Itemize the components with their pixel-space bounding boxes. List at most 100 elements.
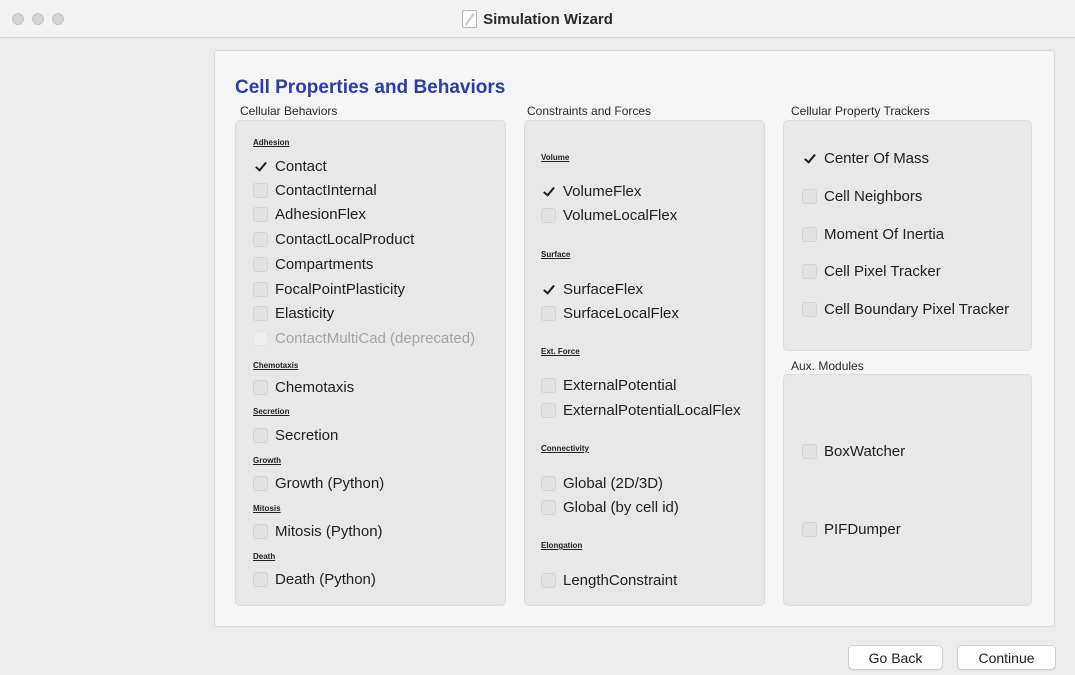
behavior-chemotaxis[interactable]: Chemotaxis — [253, 379, 354, 396]
item-label: VolumeLocalFlex — [563, 207, 678, 224]
checkbox[interactable] — [802, 151, 817, 166]
tracker-cell-neighbors[interactable]: Cell Neighbors — [802, 188, 922, 205]
checkbox[interactable] — [253, 572, 268, 587]
item-label: LengthConstraint — [563, 572, 678, 589]
checkbox[interactable] — [541, 476, 556, 491]
behavior-elasticity[interactable]: Elasticity — [253, 305, 334, 322]
aux-modules-label: Aux. Modules — [791, 359, 864, 373]
window-title: Simulation Wizard — [483, 10, 613, 28]
behavior-mitosis[interactable]: Mitosis (Python) — [253, 523, 383, 540]
behaviors-label: Cellular Behaviors — [240, 104, 338, 118]
checkbox[interactable] — [541, 282, 556, 297]
item-label: Compartments — [275, 256, 374, 273]
constraint-external-potential[interactable]: ExternalPotential — [541, 377, 676, 394]
category-surface: Surface — [541, 250, 571, 259]
checkbox[interactable] — [253, 428, 268, 443]
behavior-contact-local-product[interactable]: ContactLocalProduct — [253, 231, 414, 248]
category-secretion: Secretion — [253, 407, 290, 416]
checkbox[interactable] — [802, 522, 817, 537]
checkbox[interactable] — [541, 573, 556, 588]
item-label: Global (by cell id) — [563, 499, 679, 516]
checkbox[interactable] — [253, 282, 268, 297]
checkbox[interactable] — [802, 227, 817, 242]
behavior-death[interactable]: Death (Python) — [253, 571, 376, 588]
checkbox[interactable] — [253, 232, 268, 247]
behavior-growth[interactable]: Growth (Python) — [253, 475, 384, 492]
item-label: FocalPointPlasticity — [275, 281, 406, 298]
constraints-label: Constraints and Forces — [527, 104, 652, 118]
item-label: Moment Of Inertia — [824, 226, 945, 243]
checkbox[interactable] — [253, 183, 268, 198]
item-label: PIFDumper — [824, 521, 901, 538]
item-label: Cell Boundary Pixel Tracker — [824, 301, 1010, 318]
page-heading: Cell Properties and Behaviors — [235, 77, 506, 98]
item-label: AdhesionFlex — [275, 206, 366, 223]
checkbox[interactable] — [253, 380, 268, 395]
category-elongation: Elongation — [541, 541, 583, 550]
item-label: Elasticity — [275, 305, 335, 322]
continue-button[interactable]: Continue — [957, 645, 1056, 670]
item-label: SurfaceFlex — [563, 281, 644, 298]
category-death: Death — [253, 552, 276, 561]
item-label: Center Of Mass — [824, 150, 930, 167]
document-icon — [462, 10, 478, 28]
item-label: Secretion — [275, 427, 339, 444]
item-label: ContactLocalProduct — [275, 231, 415, 248]
tracker-moment-of-inertia[interactable]: Moment Of Inertia — [802, 226, 944, 243]
checkbox[interactable] — [802, 264, 817, 279]
checkbox[interactable] — [541, 500, 556, 515]
category-connectivity: Connectivity — [541, 444, 590, 453]
item-label: Cell Neighbors — [824, 188, 923, 205]
behavior-focal-point-plasticity[interactable]: FocalPointPlasticity — [253, 281, 405, 298]
behavior-compartments[interactable]: Compartments — [253, 256, 373, 273]
constraint-length-constraint[interactable]: LengthConstraint — [541, 572, 677, 589]
behavior-adhesion-flex[interactable]: AdhesionFlex — [253, 206, 366, 223]
constraint-volume-flex[interactable]: VolumeFlex — [541, 183, 641, 200]
constraint-external-potential-local-flex[interactable]: ExternalPotentialLocalFlex — [541, 402, 741, 419]
behavior-secretion[interactable]: Secretion — [253, 427, 338, 444]
item-label: Growth (Python) — [275, 475, 385, 492]
checkbox[interactable] — [541, 306, 556, 321]
checkbox[interactable] — [253, 257, 268, 272]
item-label: Mitosis (Python) — [275, 523, 383, 540]
checkbox[interactable] — [541, 403, 556, 418]
checkbox[interactable] — [802, 189, 817, 204]
checkbox[interactable] — [802, 302, 817, 317]
category-volume: Volume — [541, 153, 570, 162]
tracker-center-of-mass[interactable]: Center Of Mass — [802, 150, 929, 167]
category-chemotaxis: Chemotaxis — [253, 361, 299, 370]
checkbox[interactable] — [253, 476, 268, 491]
behavior-contact[interactable]: Contact — [253, 158, 327, 175]
aux-boxwatcher[interactable]: BoxWatcher — [802, 443, 905, 460]
constraint-global-2d3d[interactable]: Global (2D/3D) — [541, 475, 663, 492]
go-back-button[interactable]: Go Back — [848, 645, 943, 670]
checkbox — [253, 331, 268, 346]
checkbox[interactable] — [802, 444, 817, 459]
item-label: SurfaceLocalFlex — [563, 305, 679, 322]
checkbox[interactable] — [541, 208, 556, 223]
checkbox[interactable] — [253, 306, 268, 321]
aux-modules-box — [783, 374, 1032, 606]
aux-pifdumper[interactable]: PIFDumper — [802, 521, 901, 538]
item-label: Contact — [275, 158, 327, 175]
tracker-cell-pixel-tracker[interactable]: Cell Pixel Tracker — [802, 263, 941, 280]
trackers-label: Cellular Property Trackers — [791, 104, 930, 118]
constraint-volume-local-flex[interactable]: VolumeLocalFlex — [541, 207, 677, 224]
constraint-global-by-cell-id[interactable]: Global (by cell id) — [541, 499, 679, 516]
checkbox[interactable] — [541, 378, 556, 393]
tracker-cell-boundary-pixel-tracker[interactable]: Cell Boundary Pixel Tracker — [802, 301, 1009, 318]
constraint-surface-local-flex[interactable]: SurfaceLocalFlex — [541, 305, 679, 322]
checkbox[interactable] — [541, 184, 556, 199]
item-label: Global (2D/3D) — [563, 475, 664, 492]
checkbox[interactable] — [253, 524, 268, 539]
category-growth: Growth — [253, 456, 281, 465]
item-label: ContactMultiCad (deprecated) — [275, 330, 476, 347]
category-ext-force: Ext. Force — [541, 347, 580, 356]
item-label: Death (Python) — [275, 571, 376, 588]
behavior-contact-internal[interactable]: ContactInternal — [253, 182, 377, 199]
checkbox[interactable] — [253, 159, 268, 174]
constraint-surface-flex[interactable]: SurfaceFlex — [541, 281, 643, 298]
title-bar: Simulation Wizard — [0, 0, 1075, 38]
window-title-area: Simulation Wizard — [0, 0, 1075, 38]
checkbox[interactable] — [253, 207, 268, 222]
